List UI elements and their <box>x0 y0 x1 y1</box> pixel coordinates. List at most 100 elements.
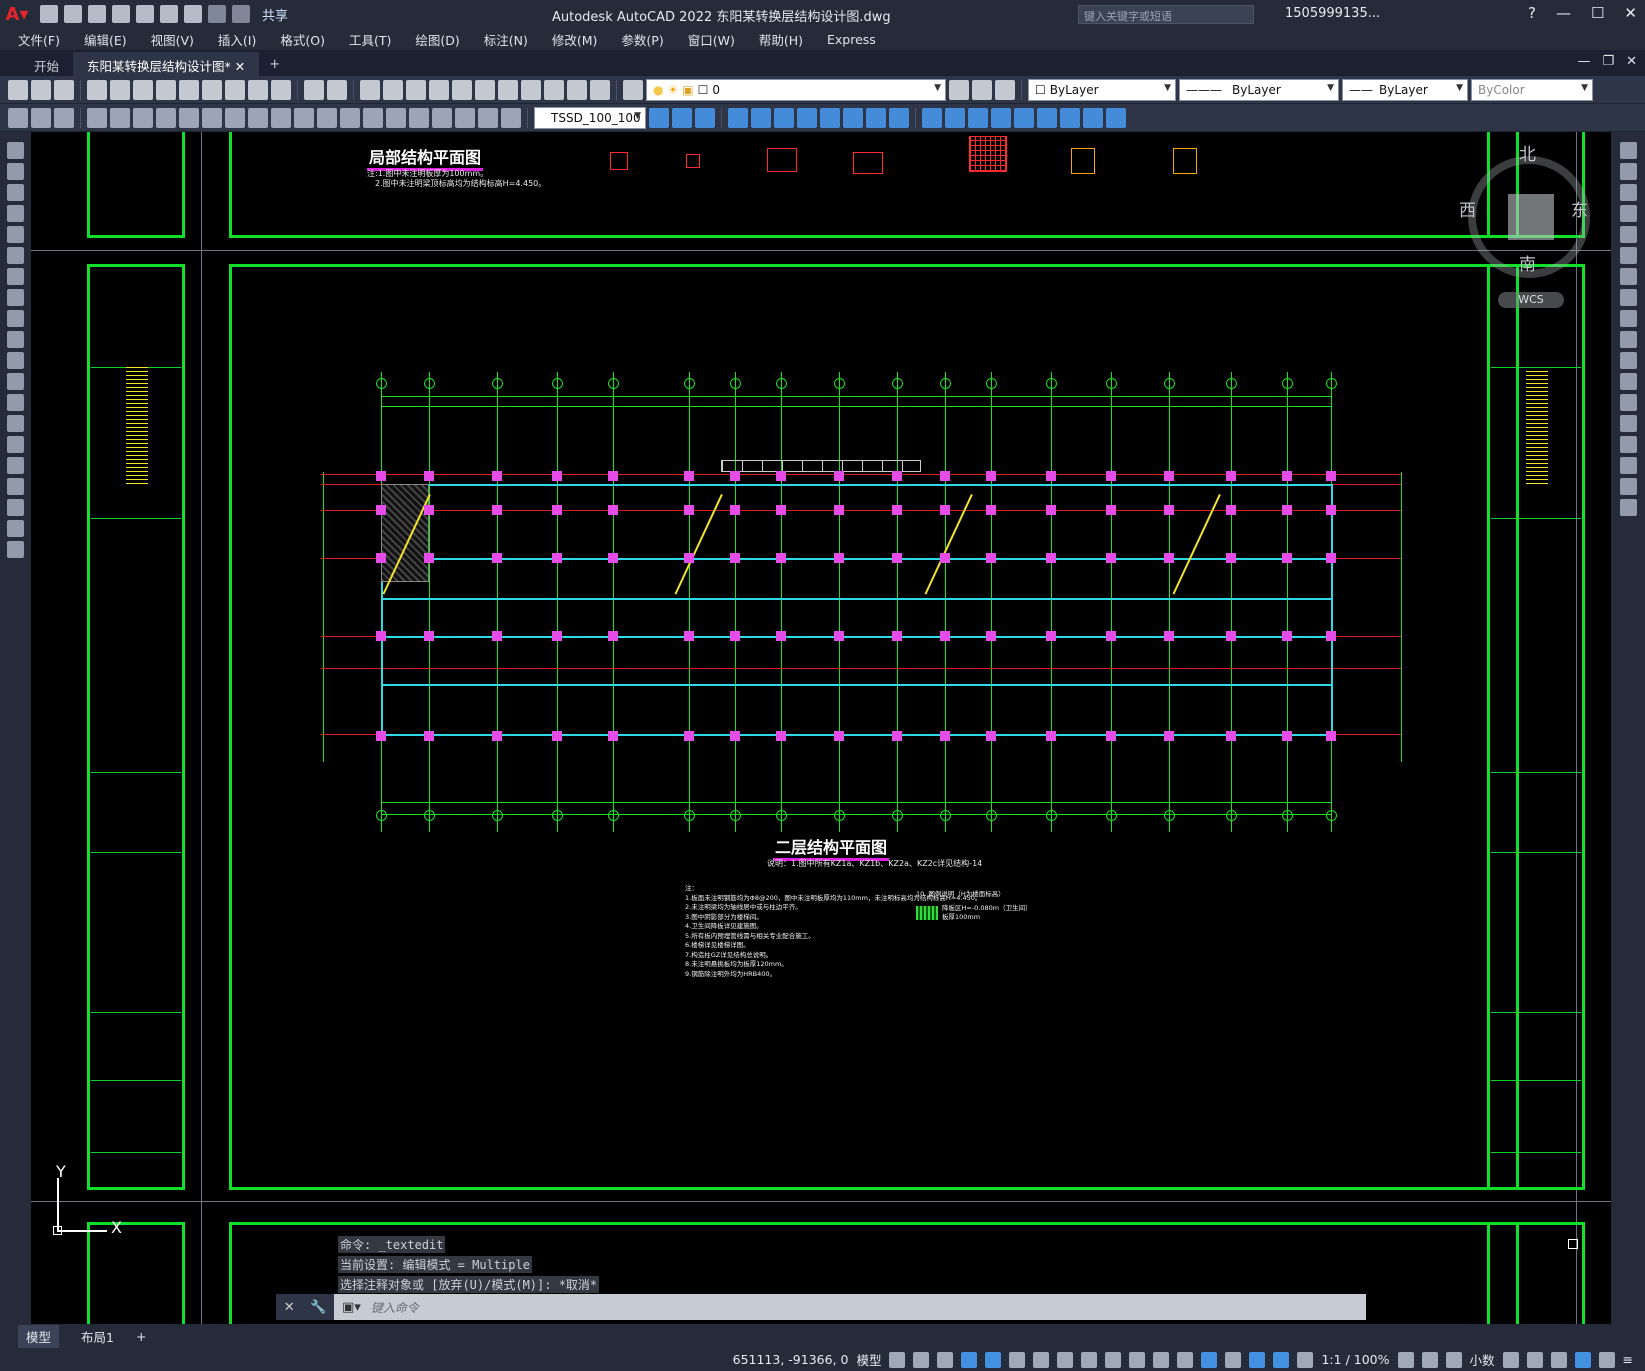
undo-icon[interactable] <box>208 5 226 23</box>
viewcube-south[interactable]: 南 <box>1519 250 1536 275</box>
plot-preview-icon[interactable] <box>110 79 130 100</box>
tssd-tool-10-icon[interactable] <box>866 107 886 128</box>
dynamic-ucs-icon[interactable] <box>1201 1351 1218 1368</box>
tab-close-icon[interactable]: ✕ <box>235 59 245 74</box>
polygon-icon[interactable] <box>7 205 24 222</box>
layer-state-icon[interactable] <box>995 79 1015 100</box>
menu-view[interactable]: 视图(V) <box>151 30 194 49</box>
match-properties-icon[interactable] <box>248 79 268 100</box>
tssd-tool-12-icon[interactable] <box>922 107 942 128</box>
tssd-tool-14-icon[interactable] <box>968 107 988 128</box>
quick-dim-icon[interactable] <box>271 107 291 128</box>
mirror-icon[interactable] <box>1619 184 1637 201</box>
lineweight-dropdown[interactable]: —— ByLayer ▼ <box>1342 78 1468 101</box>
ellipse-arc-icon[interactable] <box>7 352 24 369</box>
wcs-menu[interactable]: WCS <box>1498 292 1564 308</box>
3d-print-icon[interactable] <box>156 79 176 100</box>
tssd-tool-11-icon[interactable] <box>889 107 909 128</box>
tssd-tool-2-icon[interactable] <box>672 107 692 128</box>
save-as-icon[interactable] <box>112 5 130 23</box>
insert-block-icon[interactable] <box>7 373 24 390</box>
tssd-tool-4-icon[interactable] <box>728 107 748 128</box>
annotation-monitor-icon[interactable] <box>1421 1351 1438 1368</box>
command-prompt-icon[interactable]: ▣▾ <box>334 1300 361 1315</box>
pan-icon[interactable] <box>360 79 380 100</box>
inspect-icon[interactable] <box>409 107 429 128</box>
minimize-icon[interactable]: — <box>1556 4 1571 22</box>
tssd-tool-1-icon[interactable] <box>649 107 669 128</box>
web-save-icon[interactable] <box>160 5 178 23</box>
make-current-layer-icon[interactable] <box>949 79 969 100</box>
design-center-icon[interactable] <box>475 79 495 100</box>
tssd-tool-8-icon[interactable] <box>820 107 840 128</box>
line-icon[interactable] <box>7 142 24 159</box>
layer-previous-icon[interactable] <box>972 79 992 100</box>
revision-cloud-icon[interactable] <box>7 289 24 306</box>
menu-draw[interactable]: 绘图(D) <box>415 30 459 49</box>
cut-icon[interactable] <box>179 79 199 100</box>
graphics-performance-icon[interactable] <box>1574 1351 1591 1368</box>
menu-insert[interactable]: 插入(I) <box>218 30 256 49</box>
tab-document[interactable]: 东阳某转换层结构设计图* ✕ <box>73 52 260 76</box>
maximize-icon[interactable]: ☐ <box>1591 4 1604 22</box>
gradient-icon[interactable] <box>7 457 24 474</box>
jogged-dim-icon[interactable] <box>202 107 222 128</box>
tssd-tool-16-icon[interactable] <box>1014 107 1034 128</box>
annotation-visibility-icon[interactable] <box>1273 1351 1290 1368</box>
point-icon[interactable] <box>7 415 24 432</box>
jogged-linear-icon[interactable] <box>432 107 452 128</box>
blend-curves-icon[interactable] <box>1619 478 1637 495</box>
plotstyle-dropdown[interactable]: ByColor ▼ <box>1471 78 1593 101</box>
ssm-icon[interactable] <box>8 107 28 128</box>
help-icon[interactable]: ? <box>1528 4 1536 22</box>
drawing-canvas[interactable]: 局部结构平面图 注:1.图中未注明板厚为100mm。 2.图中未注明梁顶标高均为… <box>31 132 1611 1324</box>
object-snap-tracking-icon[interactable] <box>1057 1351 1074 1368</box>
tab-model[interactable]: 模型 <box>18 1324 60 1348</box>
add-selected-icon[interactable] <box>7 541 24 558</box>
dynamic-input-icon[interactable] <box>961 1351 978 1368</box>
tssd-tool-17-icon[interactable] <box>1037 107 1057 128</box>
dim-space-icon[interactable] <box>340 107 360 128</box>
calculator-icon[interactable] <box>567 79 587 100</box>
snap-icon[interactable] <box>913 1351 930 1368</box>
spline-icon[interactable] <box>7 310 24 327</box>
viewcube-east[interactable]: 东 <box>1571 196 1588 221</box>
tab-start[interactable]: 开始 <box>20 52 73 76</box>
menu-window[interactable]: 窗口(W) <box>688 30 735 49</box>
rotate-icon[interactable] <box>1619 268 1637 285</box>
menu-help[interactable]: 帮助(H) <box>759 30 803 49</box>
scale-icon[interactable] <box>1619 289 1637 306</box>
sheet-set-icon[interactable] <box>521 79 541 100</box>
search-input[interactable]: 键入关键字或短语 <box>1078 5 1254 24</box>
tssd-tool-13-icon[interactable] <box>945 107 965 128</box>
new-tab-icon[interactable]: + <box>259 53 290 76</box>
erase-icon[interactable] <box>1619 142 1637 159</box>
menu-file[interactable]: 文件(F) <box>18 30 60 49</box>
radius-dim-icon[interactable] <box>179 107 199 128</box>
table-icon[interactable] <box>7 499 24 516</box>
ordinate-dim-icon[interactable] <box>156 107 176 128</box>
units-value[interactable]: 小数 <box>1470 1350 1495 1369</box>
zoom-realtime-icon[interactable] <box>383 79 403 100</box>
grid-icon[interactable] <box>889 1351 906 1368</box>
layer-dropdown[interactable]: ● ☀ ▣ ☐ 0 ▼ <box>646 78 946 101</box>
dim-text-edit-icon[interactable] <box>478 107 498 128</box>
coordinate-readout[interactable]: 651113, -91366, 0 <box>733 1352 849 1367</box>
linear-dim-icon[interactable] <box>87 107 107 128</box>
angular-dim-icon[interactable] <box>248 107 268 128</box>
polyline-icon[interactable] <box>7 184 24 201</box>
multiline-text-icon[interactable] <box>7 520 24 537</box>
tssd-tool-15-icon[interactable] <box>991 107 1011 128</box>
model-space-toggle[interactable]: 模型 <box>856 1350 881 1369</box>
redo-icon[interactable] <box>232 5 250 23</box>
doc-close-icon[interactable]: ✕ <box>1626 54 1637 69</box>
web-open-icon[interactable] <box>136 5 154 23</box>
tab-layout1[interactable]: 布局1 <box>81 1327 114 1346</box>
isolate-objects-icon[interactable] <box>1550 1351 1567 1368</box>
paste-icon[interactable] <box>225 79 245 100</box>
close-command-icon[interactable]: ✕ <box>284 1300 295 1315</box>
move-icon[interactable] <box>1619 247 1637 264</box>
rectangle-icon[interactable] <box>7 226 24 243</box>
ellipse-icon[interactable] <box>7 331 24 348</box>
diameter-dim-icon[interactable] <box>225 107 245 128</box>
